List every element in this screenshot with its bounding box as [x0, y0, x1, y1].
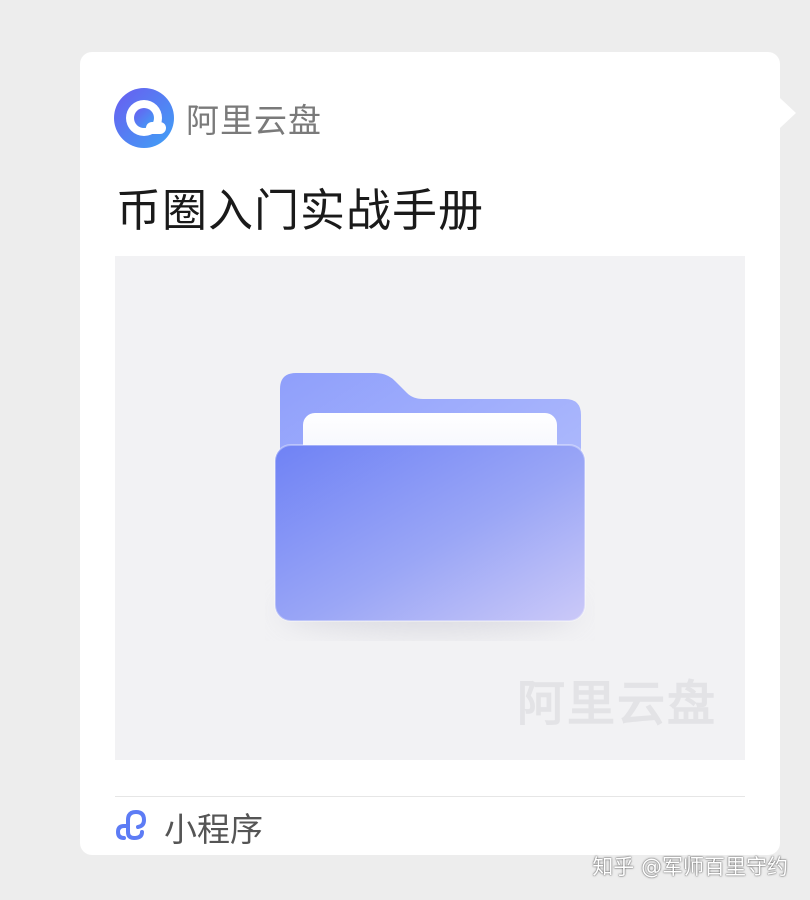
share-title: 币圈入门实战手册 — [116, 184, 485, 237]
chat-bubble-tail — [780, 98, 796, 128]
preview-watermark: 阿里云盘 — [516, 676, 717, 732]
share-card[interactable]: 阿里云盘 币圈入门实战手册 阿里云盘 小程序 — [80, 52, 796, 855]
card-header: 阿里云盘 — [114, 88, 322, 148]
folder-icon — [274, 373, 586, 633]
source-attribution: 知乎 @军师百里守约 — [592, 855, 788, 879]
app-name: 阿里云盘 — [186, 101, 322, 140]
mini-program-icon — [116, 810, 146, 840]
preview-image: 阿里云盘 — [115, 256, 745, 760]
aliyun-drive-logo-icon — [114, 88, 174, 148]
card-footer: 小程序 — [114, 804, 263, 850]
footer-divider — [115, 796, 745, 797]
mini-program-label: 小程序 — [164, 810, 263, 849]
